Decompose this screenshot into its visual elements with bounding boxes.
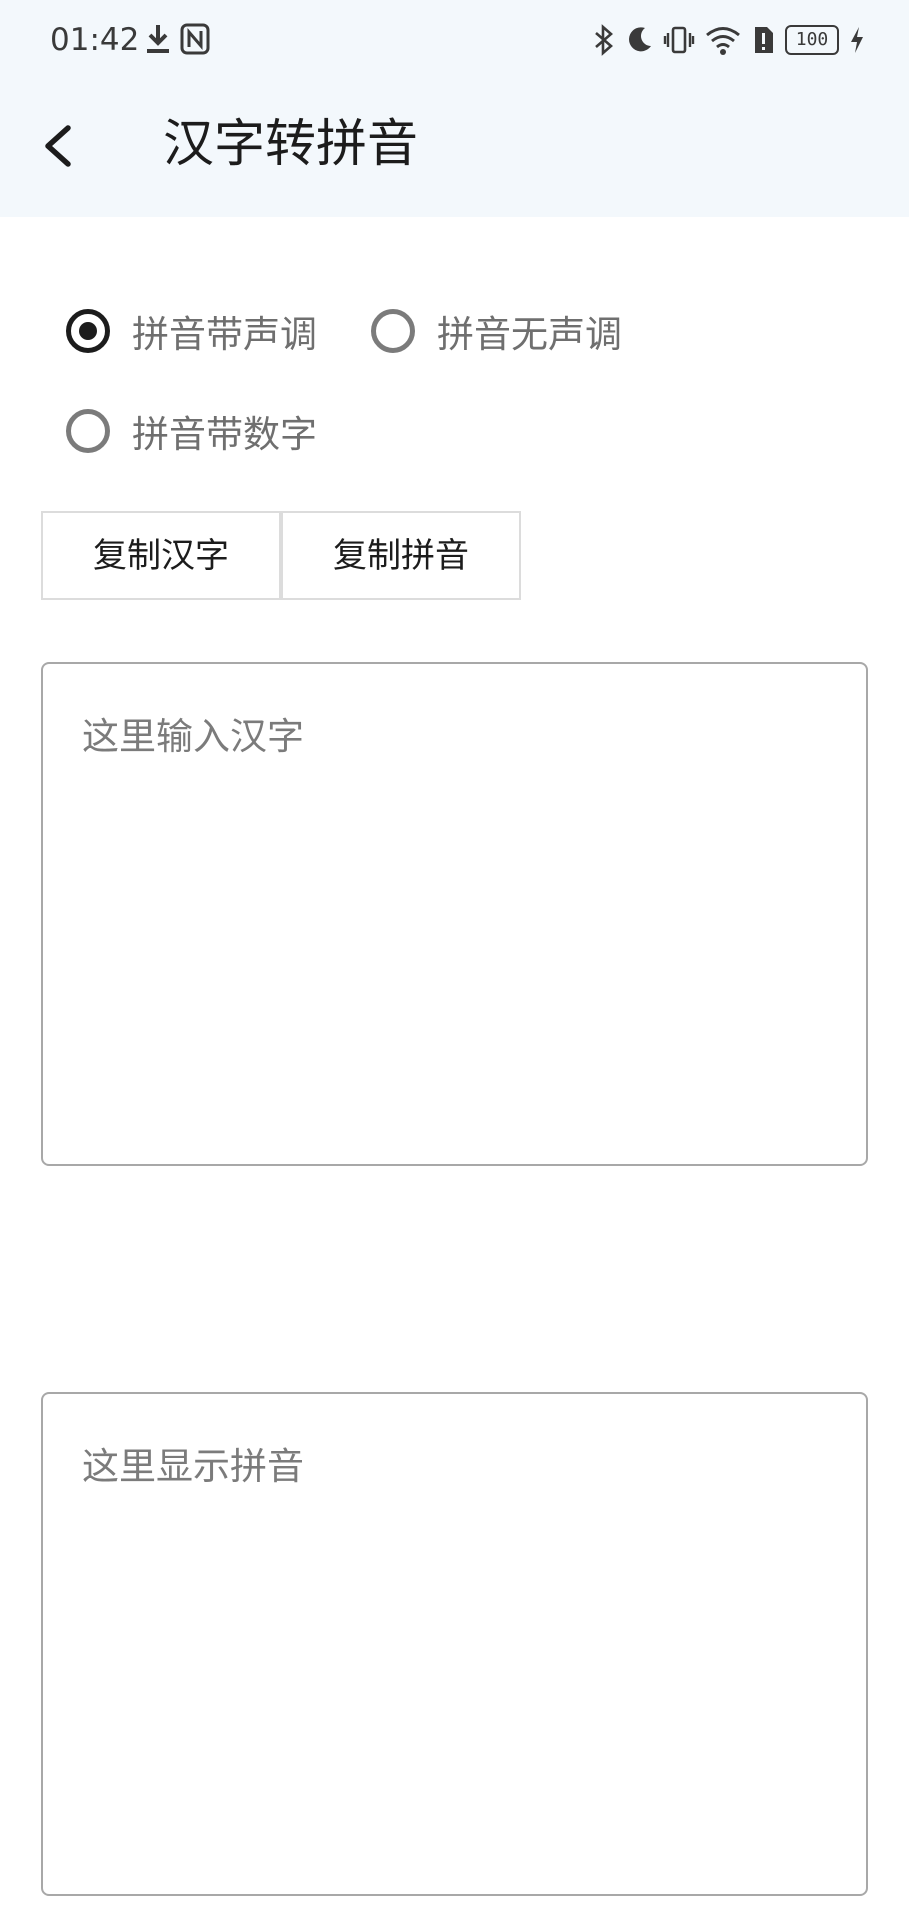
charging-icon [851, 27, 863, 53]
battery-indicator: 100 [785, 25, 839, 55]
bluetooth-icon [595, 24, 613, 56]
moon-icon [629, 27, 651, 52]
radio-option-tone-marks[interactable]: 拼音带声调 [66, 304, 317, 358]
nfc-icon [180, 23, 210, 55]
status-left-icons [144, 22, 210, 56]
app-bar: 01:42 100 汉字转拼音 [0, 0, 909, 217]
radio-option-tone-numbers[interactable]: 拼音带数字 [66, 404, 317, 458]
radio-label: 拼音带声调 [132, 313, 317, 356]
page-title: 汉字转拼音 [163, 115, 419, 174]
status-time: 01:42 [50, 22, 140, 58]
hanzi-input-placeholder: 这里输入汉字 [82, 715, 304, 758]
radio-label: 拼音无声调 [437, 313, 622, 356]
copy-hanzi-button[interactable]: 复制汉字 [41, 511, 281, 600]
copy-pinyin-button[interactable]: 复制拼音 [281, 511, 521, 600]
back-arrow-icon[interactable] [36, 112, 88, 180]
pinyin-output[interactable]: 这里显示拼音 [41, 1392, 868, 1896]
sim-alert-icon [755, 27, 773, 53]
pinyin-output-placeholder: 这里显示拼音 [82, 1445, 304, 1488]
hanzi-input[interactable]: 这里输入汉字 [41, 662, 868, 1166]
status-right-icons: 100 [593, 20, 865, 60]
wifi-icon [706, 27, 740, 55]
radio-label: 拼音带数字 [132, 413, 317, 456]
radio-button[interactable] [66, 409, 110, 453]
radio-button[interactable] [371, 309, 415, 353]
radio-option-no-tone[interactable]: 拼音无声调 [371, 304, 622, 358]
vibrate-icon [663, 26, 695, 54]
download-icon [147, 25, 169, 53]
radio-button[interactable] [66, 309, 110, 353]
